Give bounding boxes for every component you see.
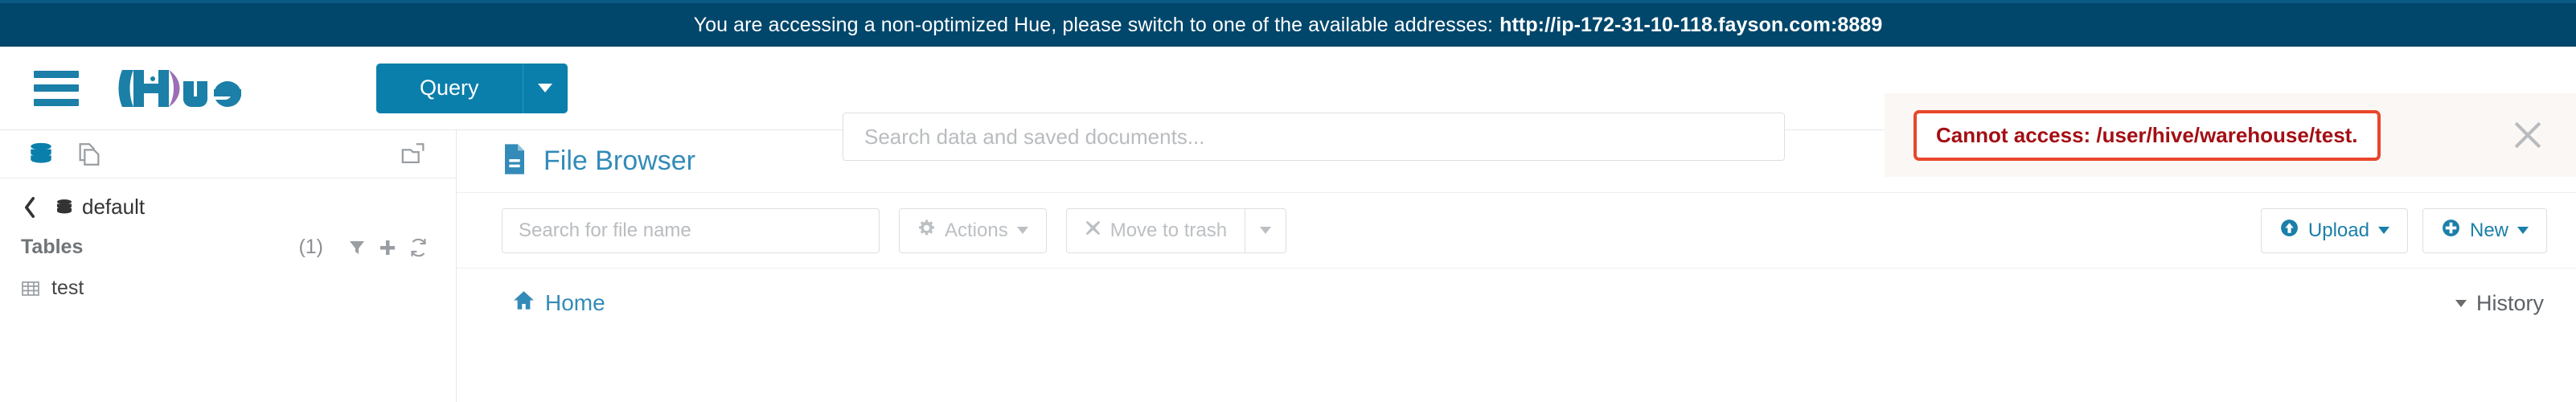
hamburger-bar bbox=[34, 84, 79, 92]
move-to-trash-label: Move to trash bbox=[1110, 219, 1228, 241]
table-grid-icon bbox=[21, 280, 40, 297]
chevron-down-icon bbox=[2455, 299, 2467, 307]
chevron-down-icon bbox=[1016, 227, 1028, 234]
move-to-trash-group: Move to trash bbox=[1065, 207, 1287, 253]
query-button[interactable]: Query bbox=[376, 63, 523, 113]
folder-open-icon[interactable] bbox=[400, 141, 429, 168]
global-search-input[interactable] bbox=[843, 113, 1785, 161]
tables-count: (1) bbox=[298, 236, 323, 258]
sidebar-table-name: test bbox=[51, 277, 84, 299]
non-optimized-banner: You are accessing a non-optimized Hue, p… bbox=[0, 0, 2576, 47]
chevron-down-icon bbox=[1260, 227, 1272, 234]
actions-button[interactable]: Actions bbox=[899, 207, 1047, 253]
file-browser-icon bbox=[502, 143, 527, 179]
plus-icon[interactable] bbox=[378, 238, 397, 257]
new-button[interactable]: New bbox=[2422, 207, 2547, 253]
hamburger-bar bbox=[34, 98, 79, 106]
breadcrumb-home[interactable]: Home bbox=[513, 290, 605, 316]
history-dropdown[interactable]: History bbox=[2455, 291, 2544, 316]
refresh-icon[interactable] bbox=[408, 238, 429, 257]
left-sidebar: default Tables (1) test bbox=[0, 130, 457, 402]
upload-circle-arrow-icon bbox=[2279, 218, 2299, 244]
sidebar-tables-header: Tables (1) bbox=[21, 236, 429, 259]
gear-icon bbox=[917, 219, 936, 243]
documents-icon[interactable] bbox=[76, 141, 103, 168]
close-x-icon bbox=[1085, 219, 1101, 242]
chevron-down-icon bbox=[2517, 227, 2529, 234]
hamburger-bar bbox=[34, 70, 79, 78]
move-to-trash-dropdown-toggle[interactable] bbox=[1245, 207, 1287, 253]
top-navbar: Query Cannot access: /user/hive/warehous… bbox=[0, 47, 2576, 177]
file-search-input[interactable] bbox=[502, 207, 880, 253]
page-title: File Browser bbox=[544, 146, 695, 176]
file-toolbar: Actions Move to trash bbox=[457, 193, 2576, 269]
close-icon[interactable] bbox=[2508, 116, 2547, 154]
alert-toast: Cannot access: /user/hive/warehouse/test… bbox=[1885, 93, 2576, 177]
sidebar-tree: default Tables (1) test bbox=[0, 178, 456, 300]
actions-label: Actions bbox=[945, 219, 1008, 241]
upload-label: Upload bbox=[2307, 219, 2369, 241]
query-dropdown-toggle[interactable] bbox=[522, 63, 568, 113]
breadcrumb-home-label: Home bbox=[545, 290, 605, 315]
banner-message: You are accessing a non-optimized Hue, p… bbox=[693, 13, 1494, 36]
query-button-group[interactable]: Query bbox=[376, 63, 568, 113]
history-label: History bbox=[2476, 290, 2544, 315]
home-icon bbox=[513, 290, 535, 316]
error-alert-message: Cannot access: /user/hive/warehouse/test… bbox=[1914, 109, 2381, 161]
database-small-icon bbox=[55, 198, 74, 217]
sidebar-table-item[interactable]: test bbox=[21, 277, 429, 300]
sidebar-database-name: default bbox=[82, 195, 146, 219]
upload-button[interactable]: Upload bbox=[2260, 207, 2408, 253]
banner-url[interactable]: http://ip-172-31-10-118.fayson.com:8889 bbox=[1499, 14, 1882, 37]
chevron-left-icon[interactable] bbox=[21, 196, 39, 219]
hamburger-icon[interactable] bbox=[34, 70, 79, 106]
breadcrumb: Home History bbox=[457, 269, 2576, 338]
new-label: New bbox=[2469, 219, 2508, 241]
chevron-down-icon bbox=[2377, 227, 2389, 234]
sidebar-breadcrumb-database[interactable]: default bbox=[21, 195, 429, 219]
sidebar-icon-bar bbox=[0, 130, 456, 178]
filter-icon[interactable] bbox=[347, 238, 367, 257]
database-icon[interactable] bbox=[27, 141, 55, 168]
move-to-trash-button[interactable]: Move to trash bbox=[1065, 207, 1246, 253]
tables-label: Tables bbox=[21, 236, 84, 258]
tables-actions: (1) bbox=[298, 236, 429, 259]
chevron-down-icon bbox=[538, 84, 553, 92]
hue-logo[interactable] bbox=[116, 64, 277, 113]
plus-circle-icon bbox=[2441, 218, 2461, 244]
